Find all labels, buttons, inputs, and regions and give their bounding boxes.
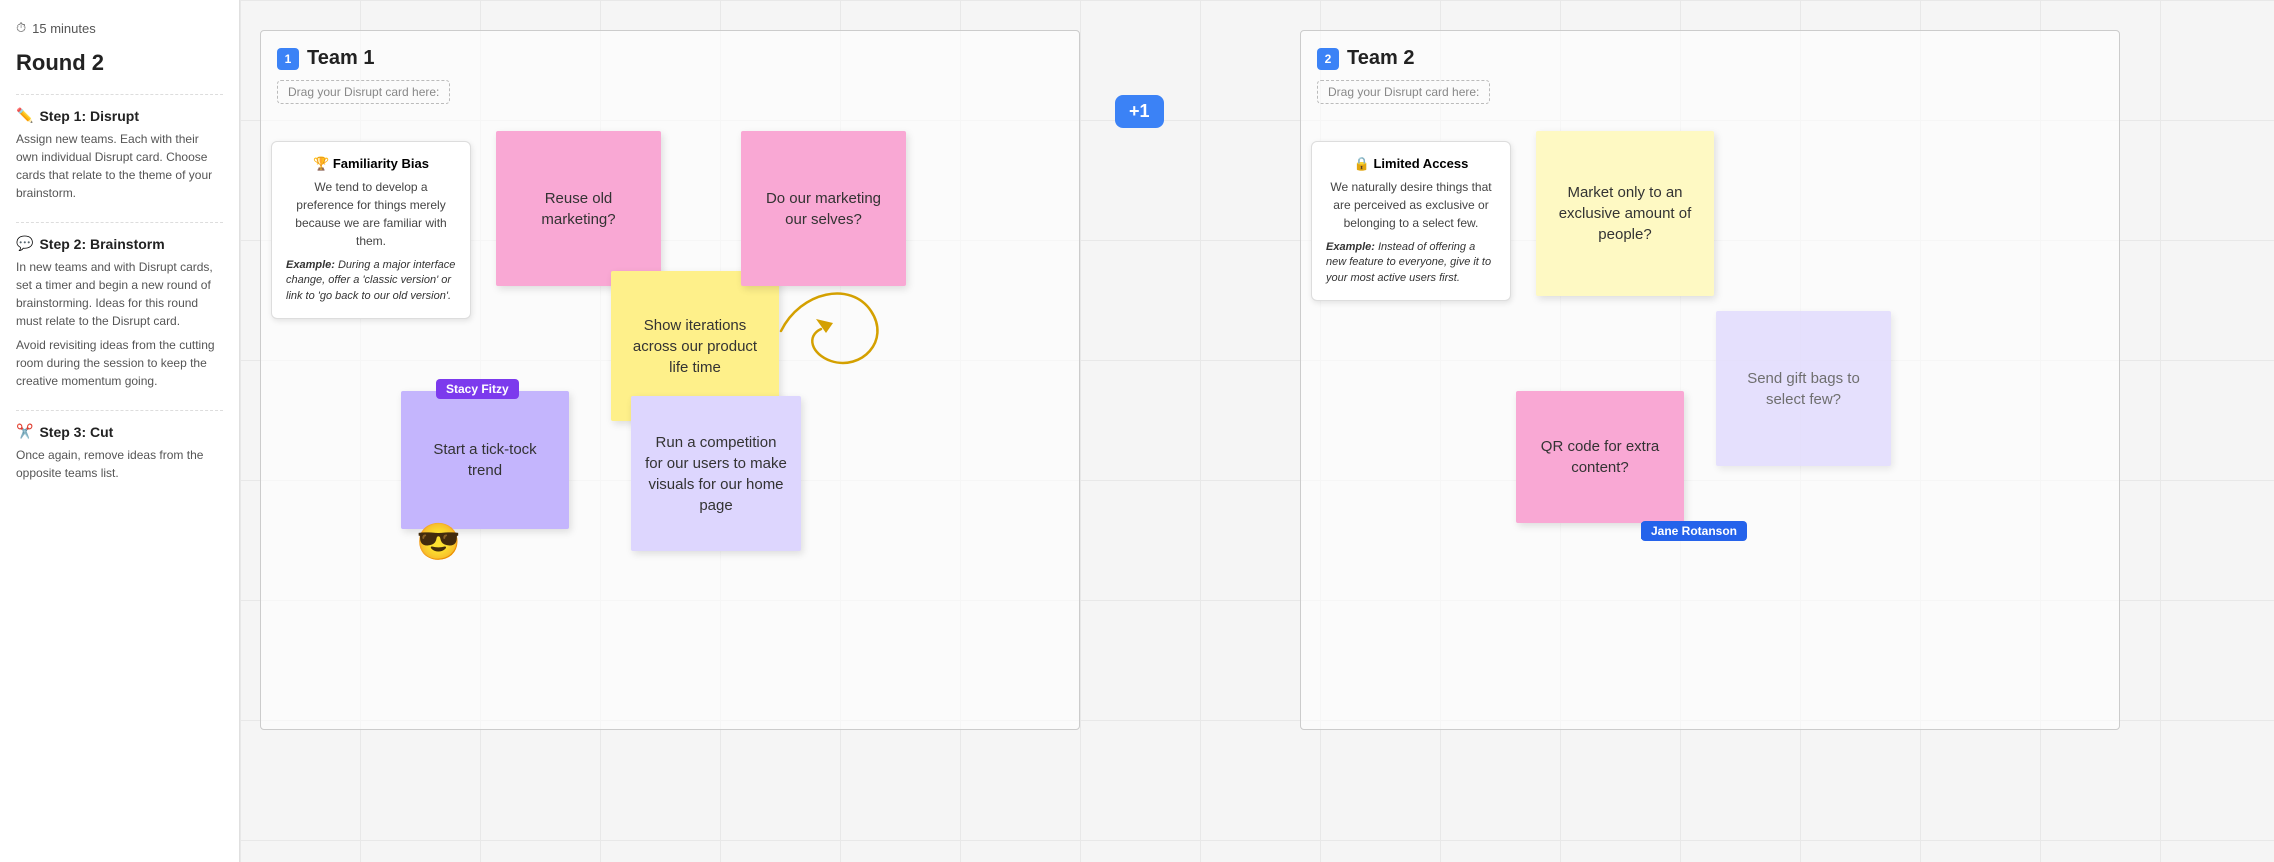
team-1-drop-zone[interactable]: Drag your Disrupt card here: [277, 80, 450, 104]
step-3-header: ✂️ Step 3: Cut [16, 423, 223, 440]
sticky-tick-tock[interactable]: Start a tick-tock trend [401, 391, 569, 529]
jane-label: Jane Rotanson [1641, 521, 1747, 541]
sticky-do-marketing[interactable]: Do our marketing our selves? [741, 131, 906, 286]
team-2-drop-zone[interactable]: Drag your Disrupt card here: [1317, 80, 1490, 104]
canvas-area[interactable]: 1 Team 1 Drag your Disrupt card here: 🏆 … [240, 0, 2274, 862]
step-1-title: Step 1: Disrupt [39, 108, 139, 124]
sticky-run-competition[interactable]: Run a competition for our users to make … [631, 396, 801, 551]
step-3-section: ✂️ Step 3: Cut Once again, remove ideas … [16, 410, 223, 488]
scissors-icon: ✂️ [16, 423, 33, 440]
sticky-qr-code[interactable]: QR code for extra content? [1516, 391, 1684, 523]
plus-one-label: +1 [1129, 101, 1150, 122]
cursor-jane: Jane Rotanson [1641, 523, 1655, 539]
team-2-badge: 2 [1317, 48, 1339, 70]
timer-row: ⏱ 15 minutes [16, 20, 223, 36]
team-1-card-body: We tend to develop a preference for thin… [286, 178, 456, 250]
team-2-card-example: Example: Instead of offering a new featu… [1326, 240, 1496, 286]
team-1-card-example: Example: During a major interface change… [286, 258, 456, 304]
step-2-header: 💬 Step 2: Brainstorm [16, 235, 223, 252]
step-3-title: Step 3: Cut [39, 424, 113, 440]
step-2-body: In new teams and with Disrupt cards, set… [16, 258, 223, 390]
team-2-disrupt-card: 🔒 Limited Access We naturally desire thi… [1311, 141, 1511, 301]
stacy-label: Stacy Fitzy [436, 379, 519, 399]
team-2-title: Team 2 [1347, 47, 1414, 70]
sticky-market-exclusive[interactable]: Market only to an exclusive amount of pe… [1536, 131, 1714, 296]
team-2-panel: 2 Team 2 Drag your Disrupt card here: 🔒 … [1300, 30, 2120, 730]
team-1-title: Team 1 [307, 47, 374, 70]
timer-icon: ⏱ [16, 20, 26, 36]
app-layout: ⏱ 15 minutes Round 2 ✏️ Step 1: Disrupt … [0, 0, 2274, 862]
sticky-send-gifts[interactable]: Send gift bags to select few? [1716, 311, 1891, 466]
pencil-icon: ✏️ [16, 107, 33, 124]
step-2-title: Step 2: Brainstorm [39, 236, 164, 252]
spiral-arrow [761, 271, 911, 391]
team-1-panel: 1 Team 1 Drag your Disrupt card here: 🏆 … [260, 30, 1080, 730]
sidebar: ⏱ 15 minutes Round 2 ✏️ Step 1: Disrupt … [0, 0, 240, 862]
step-2-section: 💬 Step 2: Brainstorm In new teams and wi… [16, 222, 223, 396]
lock-icon: 🔒 [1354, 156, 1370, 171]
team-1-header: 1 Team 1 [277, 47, 1063, 70]
team-2-card-body: We naturally desire things that are perc… [1326, 178, 1496, 232]
step-1-body: Assign new teams. Each with their own in… [16, 130, 223, 202]
timer-label: 15 minutes [32, 21, 96, 36]
step-3-body: Once again, remove ideas from the opposi… [16, 446, 223, 482]
step-1-header: ✏️ Step 1: Disrupt [16, 107, 223, 124]
cursor-stacy: Stacy Fitzy [436, 381, 450, 397]
sticky-reuse-marketing[interactable]: Reuse old marketing? [496, 131, 661, 286]
team-2-card-title: 🔒 Limited Access [1326, 156, 1496, 172]
chat-icon: 💬 [16, 235, 33, 252]
plus-one-button[interactable]: +1 [1115, 95, 1164, 128]
cool-emoji: 😎 [416, 521, 461, 563]
team-2-header: 2 Team 2 [1317, 47, 2103, 70]
step-1-section: ✏️ Step 1: Disrupt Assign new teams. Eac… [16, 94, 223, 208]
team-1-card-title: 🏆 Familiarity Bias [286, 156, 456, 172]
team-1-badge: 1 [277, 48, 299, 70]
round-title: Round 2 [16, 50, 223, 76]
team-1-disrupt-card: 🏆 Familiarity Bias We tend to develop a … [271, 141, 471, 319]
trophy-icon: 🏆 [313, 156, 329, 171]
